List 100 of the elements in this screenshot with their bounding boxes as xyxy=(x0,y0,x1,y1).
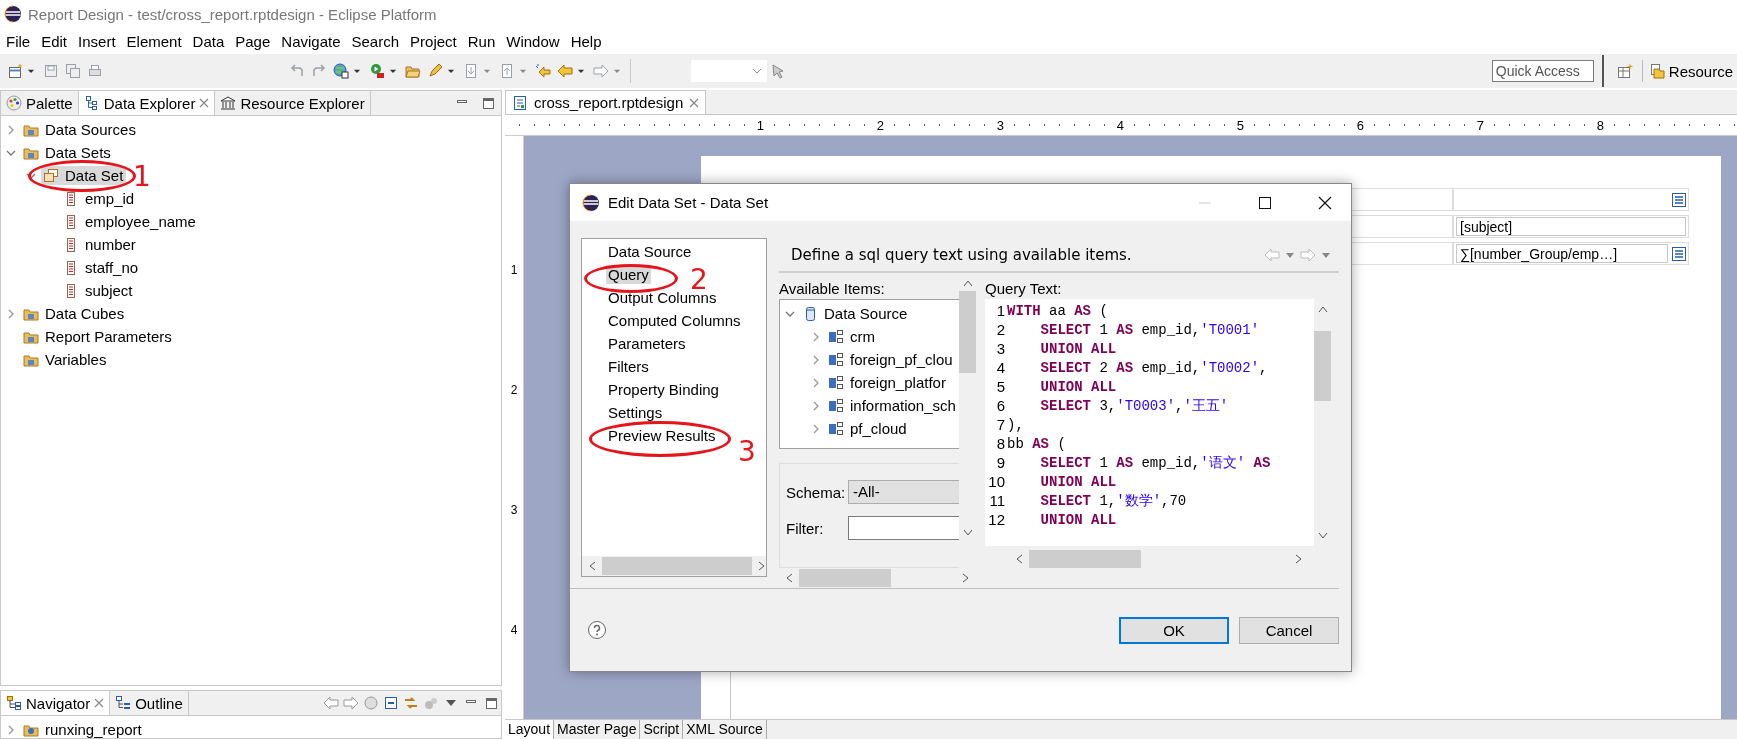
code-line: bb AS ( xyxy=(1007,435,1066,452)
tree-item[interactable]: information_sch xyxy=(826,396,959,415)
scroll-right-icon[interactable] xyxy=(962,573,970,583)
back-arrow-icon[interactable] xyxy=(557,63,573,79)
scroll-down-icon[interactable] xyxy=(962,529,973,537)
tab[interactable]: Master Page xyxy=(554,720,641,739)
list-item[interactable]: Filters xyxy=(606,357,651,376)
tree-item[interactable]: emp_id xyxy=(61,189,138,208)
pin-arrow-icon[interactable] xyxy=(770,63,786,79)
menu-item[interactable]: Insert xyxy=(74,30,120,52)
menu-item[interactable]: Edit xyxy=(37,30,72,52)
tree-item[interactable]: Variables xyxy=(21,350,110,369)
tree-item[interactable]: runxing_report xyxy=(21,720,145,738)
help-icon[interactable] xyxy=(587,620,607,640)
dialog-button[interactable]: OK xyxy=(1119,616,1229,644)
tree-item[interactable]: employee_name xyxy=(61,212,199,231)
editor-tab[interactable]: cross_report.rptdesign xyxy=(505,90,707,114)
tab[interactable]: Navigator xyxy=(1,691,111,715)
new-report-icon[interactable] xyxy=(7,63,23,79)
tab[interactable]: Script xyxy=(640,720,684,739)
tree-item[interactable]: Data Source xyxy=(800,304,911,323)
scroll-right-icon[interactable] xyxy=(758,561,766,571)
perspective-button[interactable]: Resource xyxy=(1648,62,1733,80)
scroll-down-icon[interactable] xyxy=(1317,532,1328,540)
pencil-icon[interactable] xyxy=(427,63,443,79)
menu-item[interactable]: Data xyxy=(188,30,229,52)
back-icon[interactable] xyxy=(1264,246,1280,263)
query-editor[interactable] xyxy=(985,299,1314,546)
scrollbar[interactable] xyxy=(582,556,766,576)
list-item[interactable]: Preview Results xyxy=(606,426,718,445)
folder-open-icon[interactable] xyxy=(405,63,421,79)
forward-icon[interactable] xyxy=(343,695,359,711)
tab[interactable]: Outline xyxy=(110,691,189,715)
tree-item[interactable]: staff_no xyxy=(61,258,142,277)
document-down-icon[interactable] xyxy=(463,63,479,79)
menu-item[interactable]: Element xyxy=(122,30,186,52)
crosstab-icon[interactable] xyxy=(1672,192,1686,207)
menu-item[interactable]: Navigate xyxy=(277,30,345,52)
open-perspective-icon[interactable] xyxy=(1616,63,1633,79)
tree-item[interactable]: foreign_pf_clou xyxy=(826,350,956,369)
scrollbar-thumb[interactable] xyxy=(959,291,976,373)
menu-item[interactable]: Window xyxy=(502,30,564,52)
scrollbar-thumb[interactable] xyxy=(1029,550,1141,568)
line-number: 6 xyxy=(995,397,1005,414)
tab[interactable]: Layout xyxy=(505,720,555,739)
save-icon[interactable] xyxy=(43,63,59,79)
tree-item[interactable]: Report Parameters xyxy=(21,327,175,346)
menu-item[interactable]: Help xyxy=(566,30,606,52)
scroll-right-icon[interactable] xyxy=(1295,554,1303,564)
menu-item[interactable]: Page xyxy=(231,30,275,52)
close-icon[interactable] xyxy=(1317,194,1333,211)
list-item[interactable]: Settings xyxy=(606,403,665,422)
menu-item[interactable]: File xyxy=(2,30,35,52)
tree-item[interactable]: Data Cubes xyxy=(21,304,128,323)
tree-item[interactable]: subject xyxy=(61,281,136,300)
tree-item[interactable]: Data Set xyxy=(41,166,127,185)
quick-access-field[interactable]: Quick Access xyxy=(1491,60,1594,82)
menu-item[interactable]: Run xyxy=(463,30,500,52)
forward-arrow-icon[interactable] xyxy=(593,63,609,79)
tree-item[interactable]: Data Sources xyxy=(21,120,139,139)
tree-item[interactable]: Data Sets xyxy=(21,143,114,162)
dialog-button[interactable]: Cancel xyxy=(1239,616,1339,644)
link-icon[interactable] xyxy=(403,695,419,711)
list-item[interactable]: Data Source xyxy=(606,242,694,261)
back-star-icon[interactable] xyxy=(535,63,551,79)
scroll-up-icon[interactable] xyxy=(1317,305,1328,313)
print-icon[interactable] xyxy=(87,63,103,79)
tab[interactable]: Palette xyxy=(1,91,79,115)
list-item[interactable]: Parameters xyxy=(606,334,688,353)
list-item[interactable]: Computed Columns xyxy=(606,311,743,330)
tree-item[interactable]: foreign_platfor xyxy=(826,373,949,392)
tree-item[interactable]: pf_cloud xyxy=(826,419,910,438)
scroll-left-icon[interactable] xyxy=(1015,554,1023,564)
tree-item[interactable]: crm xyxy=(826,327,878,346)
run-icon[interactable] xyxy=(369,63,385,79)
save-all-icon[interactable] xyxy=(65,63,81,79)
document-up-icon[interactable] xyxy=(499,63,515,79)
menu-item[interactable]: Project xyxy=(406,30,461,52)
back-icon[interactable] xyxy=(323,695,339,711)
list-item[interactable]: Property Binding xyxy=(606,380,721,399)
tab[interactable]: XML Source xyxy=(683,720,767,739)
crosstab-icon[interactable] xyxy=(1672,246,1686,261)
redo-icon[interactable] xyxy=(311,63,327,79)
scrollbar-thumb[interactable] xyxy=(1314,331,1331,401)
schema-dropdown[interactable]: -All- xyxy=(848,480,959,504)
forward-icon[interactable] xyxy=(1300,246,1316,263)
scrollbar-thumb[interactable] xyxy=(602,557,752,575)
scroll-left-icon[interactable] xyxy=(785,573,793,583)
scroll-left-icon[interactable] xyxy=(588,561,596,571)
menu-item[interactable]: Search xyxy=(347,30,404,52)
tab[interactable]: Resource Explorer xyxy=(215,91,371,115)
tab[interactable]: Data Explorer xyxy=(78,91,216,115)
undo-icon[interactable] xyxy=(289,63,305,79)
scrollbar-thumb[interactable] xyxy=(799,569,891,587)
globe-icon[interactable] xyxy=(333,63,349,79)
collapse-all-icon[interactable] xyxy=(383,695,399,711)
scroll-up-icon[interactable] xyxy=(962,279,973,287)
maximize-icon[interactable] xyxy=(1257,194,1273,211)
filter-field[interactable] xyxy=(848,516,959,540)
tree-item[interactable]: number xyxy=(61,235,139,254)
